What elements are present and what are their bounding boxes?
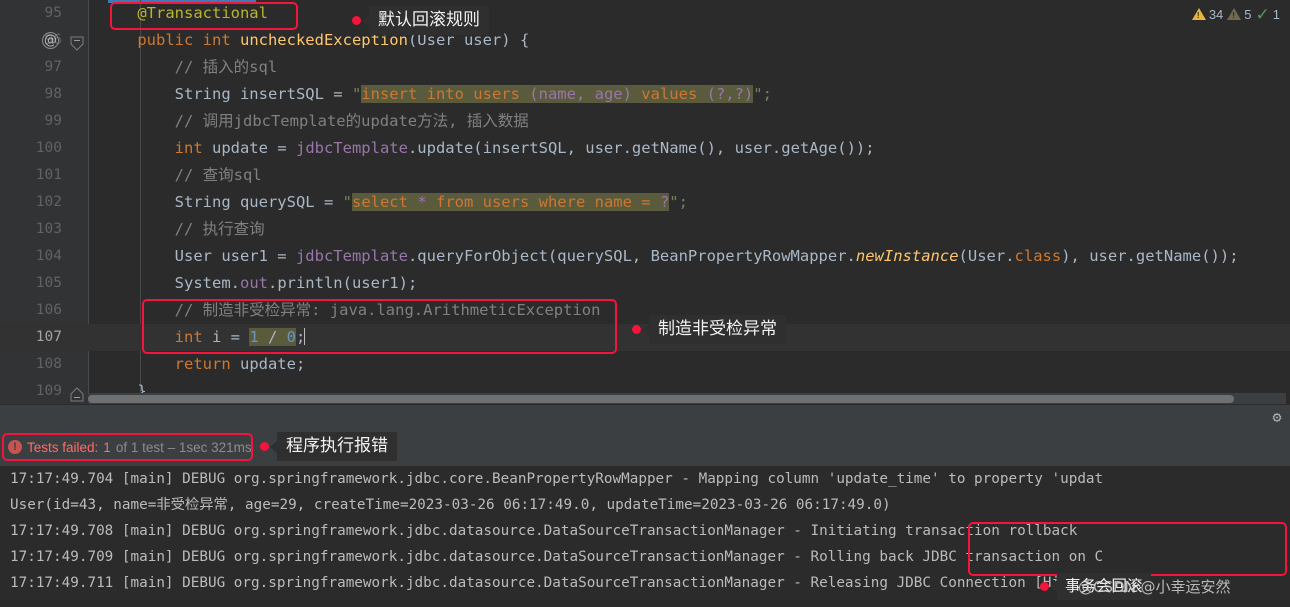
- code-line[interactable]: 96 @ public int uncheckedException(User u…: [0, 27, 1290, 54]
- typo-count: 1: [1272, 6, 1280, 22]
- tests-failed-label: Tests failed:: [27, 439, 99, 455]
- test-status: ! Tests failed: 1 of 1 test – 1sec 321ms: [8, 436, 252, 458]
- callout-dot-icon: [1040, 581, 1049, 591]
- console-log-line: 17:17:49.709 [main] DEBUG org.springfram…: [10, 549, 1104, 565]
- code-fold-icon[interactable]: [70, 384, 84, 402]
- code-line[interactable]: 100 int update = jdbcTemplate.update(ins…: [0, 135, 1290, 162]
- line-number: 104: [35, 248, 62, 264]
- panel-divider[interactable]: ⚙: [0, 404, 1290, 429]
- line-number: 101: [35, 167, 62, 183]
- callout-dot-icon: [352, 16, 361, 26]
- code-text: return update;: [174, 355, 306, 373]
- code-text: // 执行查询: [174, 220, 265, 238]
- code-line[interactable]: 97 // 插入的sql: [0, 54, 1290, 81]
- code-text: String insertSQL = "insert into users (n…: [100, 85, 772, 103]
- line-number: 102: [35, 194, 62, 210]
- code-text: // 制造非受检异常: java.lang.ArithmeticExceptio…: [174, 301, 601, 319]
- warning-count: 34: [1208, 6, 1224, 22]
- line-number: 100: [35, 140, 62, 156]
- gear-icon[interactable]: ⚙: [1268, 408, 1286, 426]
- callout-text: 默认回滚规则: [369, 6, 489, 36]
- annotation-gutter-icon[interactable]: @: [42, 32, 59, 49]
- code-line[interactable]: 98 String insertSQL = "insert into users…: [0, 81, 1290, 108]
- code-line[interactable]: 108 return update;: [0, 351, 1290, 378]
- callout-tail-icon: [1050, 580, 1057, 593]
- text-caret: [304, 328, 306, 345]
- ide-window: 95 @Transactional 96 @ public int unchecke…: [0, 0, 1290, 607]
- tests-failed-count: 1: [103, 439, 111, 455]
- line-number: 109: [35, 383, 62, 399]
- code-text: // 插入的sql: [174, 58, 278, 76]
- weak-warning-count: 5: [1244, 6, 1252, 22]
- callout-text: 制造非受检异常: [649, 315, 786, 345]
- code-text: // 查询sql: [174, 166, 262, 184]
- code-text: String querySQL = "select * from users w…: [100, 193, 688, 211]
- code-text: // 调用jdbcTemplate的update方法, 插入数据: [174, 112, 529, 130]
- watermark: @CSDN @小幸运安然: [1078, 578, 1231, 596]
- inspection-status-widget[interactable]: ! 34 ! 5 ✓ 1: [1191, 3, 1280, 25]
- tests-summary: of 1 test – 1sec 321ms: [115, 439, 252, 455]
- callout-dot-icon: [260, 442, 269, 452]
- line-number: 103: [35, 221, 62, 237]
- weak-warnings-group[interactable]: ! 5: [1227, 6, 1252, 22]
- typos-group[interactable]: ✓ 1: [1256, 6, 1280, 23]
- error-circle-icon: !: [8, 440, 22, 454]
- line-number: 106: [35, 302, 62, 318]
- line-number: 97: [44, 59, 62, 75]
- scrollbar-thumb[interactable]: [88, 395, 1234, 403]
- line-number: 99: [44, 113, 62, 129]
- code-text: User user1 = jdbcTemplate.queryForObject…: [100, 247, 1239, 265]
- callout-tail-icon: [270, 440, 277, 453]
- code-text: int update = jdbcTemplate.update(insertS…: [174, 139, 875, 157]
- console-log-line: 17:17:49.708 [main] DEBUG org.springfram…: [10, 523, 1078, 539]
- line-number: 95: [44, 5, 62, 21]
- code-text: System.out.println(user1);: [100, 274, 418, 292]
- check-mark-icon: ✓: [1255, 4, 1270, 24]
- console-log-line: User(id=43, name=非受检异常, age=29, createTi…: [10, 497, 891, 513]
- code-line[interactable]: 102 String querySQL = "select * from use…: [0, 189, 1290, 216]
- code-text: int i = 1 / 0;: [174, 328, 306, 346]
- code-line[interactable]: 101 // 查询sql: [0, 162, 1290, 189]
- weak-warning-triangle-icon: !: [1227, 8, 1242, 20]
- code-text: @Transactional: [137, 4, 268, 22]
- code-line[interactable]: 95 @Transactional: [0, 0, 1290, 27]
- line-number: 98: [44, 86, 62, 102]
- callout-create-unchecked-exception: 制造非受检异常: [632, 315, 786, 345]
- callout-text: 程序执行报错: [277, 432, 397, 462]
- callout-tail-icon: [362, 14, 369, 27]
- callout-tail-icon: [642, 323, 649, 336]
- callout-dot-icon: [632, 325, 641, 335]
- code-line[interactable]: 104 User user1 = jdbcTemplate.queryForOb…: [0, 243, 1290, 270]
- line-number: 105: [35, 275, 62, 291]
- callout-default-rollback-rule: 默认回滚规则: [352, 6, 489, 36]
- code-line[interactable]: 103 // 执行查询: [0, 216, 1290, 243]
- code-line[interactable]: 99 // 调用jdbcTemplate的update方法, 插入数据: [0, 108, 1290, 135]
- test-result-bar: ! Tests failed: 1 of 1 test – 1sec 321ms: [0, 429, 1290, 466]
- editor-horizontal-scrollbar[interactable]: [88, 393, 1286, 404]
- console-log-line: 17:17:49.704 [main] DEBUG org.springfram…: [10, 471, 1104, 487]
- code-fold-icon[interactable]: [70, 33, 84, 51]
- line-number: 108: [35, 356, 62, 372]
- line-number: 107: [35, 329, 62, 345]
- warnings-group[interactable]: ! 34: [1191, 6, 1224, 22]
- warning-triangle-icon: !: [1191, 8, 1206, 20]
- callout-program-execution-error: 程序执行报错: [260, 432, 397, 462]
- code-line[interactable]: 105 System.out.println(user1);: [0, 270, 1290, 297]
